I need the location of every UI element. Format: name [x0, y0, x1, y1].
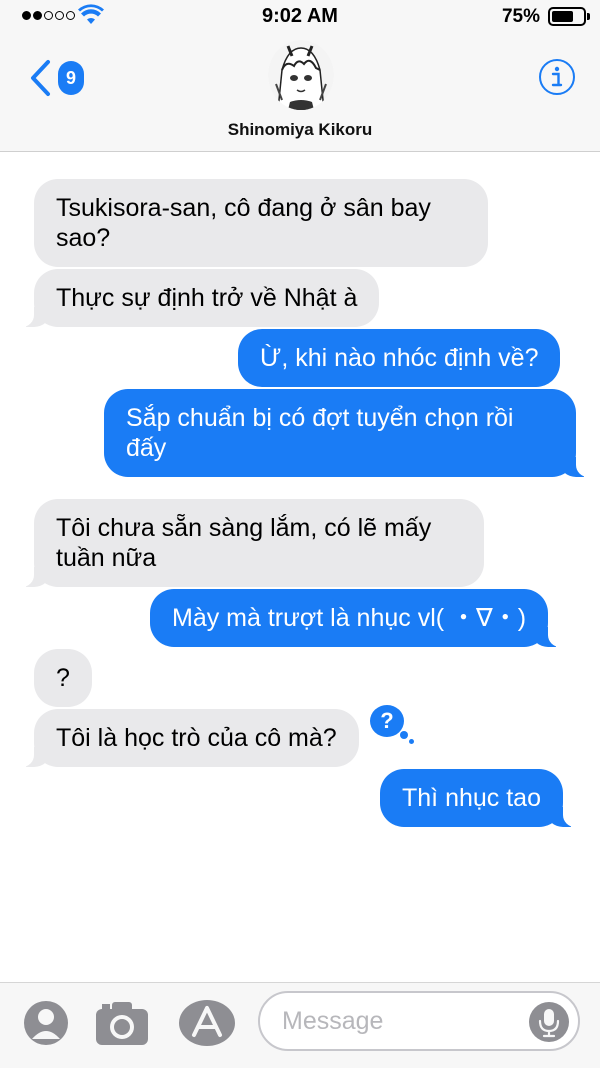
camera-icon[interactable] [94, 999, 150, 1047]
message-bubble-outgoing[interactable]: Ừ, khi nào nhóc định về? [238, 329, 561, 387]
message-text: Mày mà trượt là nhục vl( ・∇・) [172, 604, 527, 632]
compose-bar [0, 982, 600, 1068]
message-text: Sắp chuẩn bị có đợt tuyển chọn rồi đấy [126, 404, 514, 462]
back-button[interactable]: 9 [28, 58, 88, 98]
contact-name[interactable]: Shinomiya Kikoru [0, 120, 600, 140]
message-bubble-incoming[interactable]: Tsukisora-san, cô đang ở sân bay sao? [34, 179, 488, 267]
message-text: Tôi chưa sẵn sàng lắm, có lẽ mấy tuần nữ… [56, 514, 432, 572]
info-icon[interactable] [538, 58, 576, 96]
battery-percentage: 75% [501, 6, 540, 27]
message-text: Tôi là học trò của cô mà? [56, 724, 337, 752]
message-text: ? [56, 664, 70, 692]
conversation-header: 9 Shinomiya Kikoru [0, 34, 600, 152]
battery-icon [548, 7, 590, 26]
chevron-left-icon [31, 60, 50, 96]
contact-icon[interactable] [22, 999, 70, 1047]
message-bubble-outgoing[interactable]: Mày mà trượt là nhục vl( ・∇・) [150, 589, 569, 647]
message-text: Tsukisora-san, cô đang ở sân bay sao? [56, 194, 431, 252]
avatar-image [268, 40, 334, 110]
unread-count-badge: 9 [58, 61, 84, 95]
message-bubble-incoming[interactable]: Tôi chưa sẵn sàng lắm, có lẽ mấy tuần nữ… [14, 499, 484, 587]
message-thread[interactable]: Tsukisora-san, cô đang ở sân bay sao? Th… [0, 153, 600, 982]
microphone-icon[interactable] [528, 1001, 570, 1043]
tapback-reaction[interactable]: ? [366, 701, 416, 745]
message-text: Ừ, khi nào nhóc định về? [260, 344, 539, 372]
message-text: Thực sự định trở về Nhật à [56, 284, 358, 312]
message-bubble-incoming[interactable]: Thực sự định trở về Nhật à [13, 269, 380, 327]
message-bubble-outgoing[interactable]: Thì nhục tao [380, 769, 583, 827]
message-bubble-incoming[interactable]: ? [34, 649, 92, 707]
status-bar: 9:02 AM 75% [0, 0, 600, 34]
message-bubble-incoming[interactable]: Tôi là học trò của cô mà? [14, 709, 359, 767]
avatar[interactable] [268, 40, 334, 110]
appstore-icon[interactable] [178, 999, 236, 1047]
message-bubble-outgoing[interactable]: Sắp chuẩn bị có đợt tuyển chọn rồi đấy [104, 389, 596, 477]
message-text: Thì nhục tao [402, 784, 541, 812]
